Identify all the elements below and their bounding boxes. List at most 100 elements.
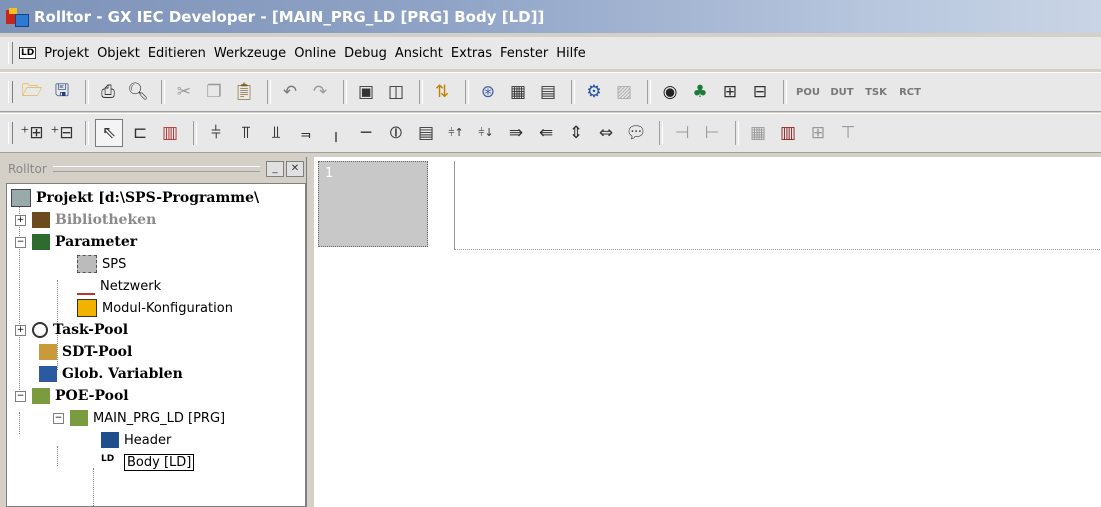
insert-rung-before-icon[interactable]: ⁺⊞: [19, 120, 45, 146]
tree-node-project[interactable]: Projekt [d:\SPS-Programme\: [11, 188, 259, 208]
separator: [735, 121, 739, 145]
tree-node-globvar[interactable]: Glob. Variablen: [39, 364, 183, 384]
nc-contact-icon[interactable]: ⫪: [233, 120, 259, 146]
separator: [419, 80, 423, 104]
network-label-cell[interactable]: 1: [318, 161, 428, 247]
falling-edge-icon[interactable]: ⫩↓: [473, 120, 499, 146]
copy-icon[interactable]: ❐: [201, 79, 227, 105]
undo-icon[interactable]: ↶: [277, 79, 303, 105]
minimize-icon[interactable]: _: [266, 161, 284, 177]
menu-werkzeuge[interactable]: Werkzeuge: [214, 46, 294, 61]
menu-hilfe[interactable]: Hilfe: [556, 46, 594, 61]
coil-icon[interactable]: ⦶: [383, 120, 409, 146]
expand-icon[interactable]: +: [15, 214, 26, 226]
open-icon[interactable]: 🗁: [19, 79, 45, 105]
menu-grip[interactable]: [8, 42, 13, 64]
app-icon[interactable]: [6, 7, 29, 27]
set-icon[interactable]: ⊢: [699, 120, 725, 146]
network-rung[interactable]: [454, 161, 1100, 250]
toolbar-grip[interactable]: [8, 122, 13, 144]
plc-icon[interactable]: ▨: [611, 79, 637, 105]
tsk-button[interactable]: TSK: [861, 79, 891, 105]
network-icon[interactable]: ♣: [687, 79, 713, 105]
tree-node-body[interactable]: LD Body [LD]: [101, 452, 195, 472]
expand-icon[interactable]: +: [15, 324, 26, 336]
separator: [659, 121, 663, 145]
close-icon[interactable]: ✕: [286, 161, 304, 177]
tree-node-bibliotheken[interactable]: + Bibliotheken: [15, 210, 156, 230]
tree-node-taskpool[interactable]: + Task-Pool: [15, 320, 128, 340]
redo-icon[interactable]: ↷: [307, 79, 333, 105]
instruction-icon[interactable]: ▥: [157, 120, 183, 146]
tree-node-sdtpool[interactable]: SDT-Pool: [39, 342, 132, 362]
navigator-header[interactable]: Rolltor _ ✕: [4, 157, 306, 181]
device-icon[interactable]: ⊟: [747, 79, 773, 105]
menu-debug[interactable]: Debug: [344, 46, 395, 61]
ladder-icon[interactable]: ⊞: [805, 120, 831, 146]
rct-button[interactable]: RCT: [895, 79, 925, 105]
insert-rung-after-icon[interactable]: ⁺⊟: [49, 120, 75, 146]
ladder-editor[interactable]: 1: [314, 157, 1101, 507]
cut-icon[interactable]: ✂: [171, 79, 197, 105]
online-icon[interactable]: ◉: [657, 79, 683, 105]
compile-icon[interactable]: ⇅: [429, 79, 455, 105]
dut-button[interactable]: DUT: [827, 79, 857, 105]
menu-projekt[interactable]: Projekt: [44, 46, 97, 61]
check-icon[interactable]: ◫: [383, 79, 409, 105]
separator: [85, 80, 89, 104]
parallel-nc-icon[interactable]: ⫬: [293, 120, 319, 146]
io-icon[interactable]: ⊞: [717, 79, 743, 105]
collapse-icon[interactable]: −: [15, 390, 26, 402]
menu-extras[interactable]: Extras: [451, 46, 500, 61]
return-icon[interactable]: ⇚: [533, 120, 559, 146]
tree-node-sps[interactable]: SPS: [77, 254, 126, 274]
separator: [343, 80, 347, 104]
pou-button[interactable]: POU: [793, 79, 823, 105]
monitor-icon[interactable]: ▦: [505, 79, 531, 105]
print-icon[interactable]: ⎙: [95, 79, 121, 105]
collapse-icon[interactable]: −: [53, 412, 64, 424]
contact-mode-icon[interactable]: ⊏: [127, 120, 153, 146]
menu-online[interactable]: Online: [294, 46, 344, 61]
standard-toolbar: 🗁 🖫 ⎙ 🔍︎ ✂ ❐ 📋︎ ↶ ↷ ▣ ◫ ⇅ ⊛ ▦ ▤ ⚙ ▨ ◉ ♣ …: [0, 72, 1101, 112]
rising-edge-icon[interactable]: ⫩↑: [443, 120, 469, 146]
tree-label-parameter: Parameter: [55, 234, 138, 250]
invert-icon[interactable]: ⊣: [669, 120, 695, 146]
tree-node-poepool[interactable]: − POE-Pool: [15, 386, 129, 406]
vertical-line-icon[interactable]: ╷: [323, 120, 349, 146]
tree-node-mainprg[interactable]: − MAIN_PRG_LD [PRG]: [53, 408, 225, 428]
horizontal-line-icon[interactable]: ─: [353, 120, 379, 146]
tree-node-modul[interactable]: Modul-Konfiguration: [77, 298, 233, 318]
tree-node-header[interactable]: Header: [101, 430, 171, 450]
separator: [647, 80, 651, 104]
parallel-no-icon[interactable]: ⫫: [263, 120, 289, 146]
list-icon[interactable]: ▤: [535, 79, 561, 105]
paste-icon[interactable]: 📋︎: [231, 79, 257, 105]
menu-ansicht[interactable]: Ansicht: [395, 46, 451, 61]
var-icon[interactable]: ▦: [745, 120, 771, 146]
debug-icon[interactable]: ⚙: [581, 79, 607, 105]
tree-label-sdtpool: SDT-Pool: [62, 344, 133, 360]
tree-node-parameter[interactable]: − Parameter: [15, 232, 137, 252]
save-icon[interactable]: 🖫: [49, 79, 75, 105]
toolbar-grip[interactable]: [8, 81, 13, 103]
print-preview-icon[interactable]: 🔍︎: [125, 79, 151, 105]
function-block-icon[interactable]: ▤: [413, 120, 439, 146]
menu-editieren[interactable]: Editieren: [148, 46, 214, 61]
transfer-icon[interactable]: ⊛: [475, 79, 501, 105]
menu-fenster[interactable]: Fenster: [500, 46, 556, 61]
select-icon[interactable]: ⇖: [95, 119, 123, 147]
no-contact-icon[interactable]: ⫩: [203, 120, 229, 146]
project-tree[interactable]: Projekt [d:\SPS-Programme\ + Bibliotheke…: [6, 183, 306, 507]
menu-objekt[interactable]: Objekt: [97, 46, 148, 61]
ladder-document-icon[interactable]: LD: [19, 47, 37, 59]
table-icon[interactable]: ▥: [775, 120, 801, 146]
jump-icon[interactable]: ⇛: [503, 120, 529, 146]
up-down-icon[interactable]: ⇕: [563, 120, 589, 146]
collapse-icon[interactable]: −: [15, 236, 26, 248]
left-right-icon[interactable]: ⇔: [593, 120, 619, 146]
tree-icon[interactable]: ⊤: [835, 120, 861, 146]
comment-icon[interactable]: 💬︎: [623, 120, 649, 146]
tree-node-netzwerk[interactable]: Netzwerk: [77, 276, 161, 296]
properties-icon[interactable]: ▣: [353, 79, 379, 105]
